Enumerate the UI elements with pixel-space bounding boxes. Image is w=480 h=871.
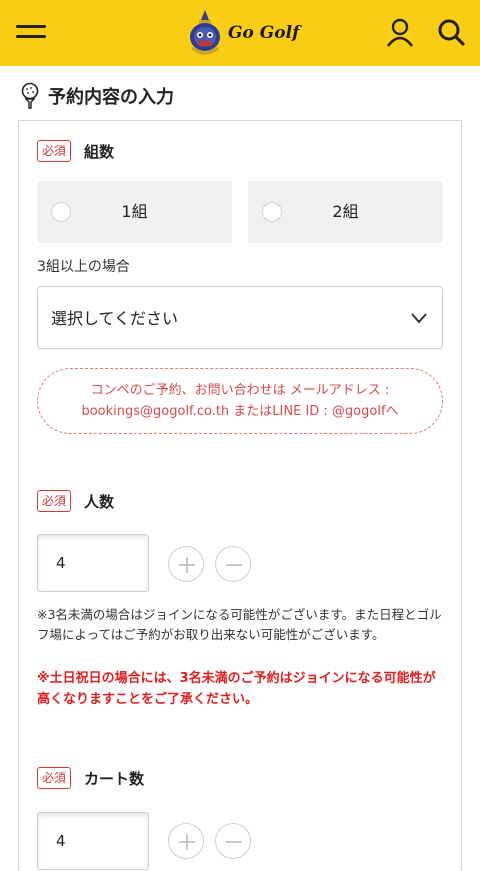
plus-icon [179,834,195,850]
carts-plus-button[interactable] [168,823,204,859]
logo-text: Go Golf [228,23,300,43]
groups-option-label: 1組 [121,202,148,221]
notice-line-1: コンペのご予約、お問い合わせは メールアドレス : [90,383,390,398]
carts-input[interactable]: 4 [37,812,149,870]
section-title: 予約内容の入力 [18,80,174,112]
site-logo[interactable]: Go Golf [186,8,299,58]
carts-minus-button[interactable] [215,823,251,859]
people-minus-button[interactable] [215,546,251,582]
site-header: Go Golf [0,0,480,66]
groups-option-2[interactable]: 2組 [248,181,443,243]
golf-ball-tee-icon [21,82,39,109]
required-badge: 必須 [37,140,72,162]
groups-more-label: 3組以上の場合 [37,259,130,275]
groups-label: 組数 [84,143,115,161]
notice-line-2: bookings@gogolf.co.th またはLINE ID : @gogo… [81,404,399,419]
minus-icon [226,564,242,566]
people-warning: ※土日祝日の場合には、3名未満のご予約はジョインになる可能性が高くなりますことを… [37,671,436,707]
plus-icon [179,557,195,573]
menu-icon[interactable] [16,20,48,44]
people-plus-button[interactable] [168,546,204,582]
logo-emblem-icon [190,10,220,55]
user-icon[interactable] [384,16,416,48]
page-title: 予約内容の入力 [48,87,174,108]
carts-label: カート数 [84,770,145,788]
people-note: ※3名未満の場合はジョインになる可能性がございます。また日程とゴルフ場によっては… [37,607,442,642]
groups-option-1[interactable]: 1組 [37,181,232,243]
minus-icon [226,841,242,843]
search-icon[interactable] [435,16,467,48]
people-input[interactable]: 4 [37,534,149,592]
groups-select[interactable]: 選択してください [37,286,443,349]
required-badge: 必須 [37,767,72,789]
required-badge: 必須 [37,490,72,512]
contact-notice: コンペのご予約、お問い合わせは メールアドレス : bookings@gogol… [37,368,443,434]
groups-select-value: 選択してください [51,309,179,328]
chevron-down-icon [411,313,427,324]
people-label: 人数 [84,493,115,511]
groups-option-label: 2組 [332,202,359,221]
